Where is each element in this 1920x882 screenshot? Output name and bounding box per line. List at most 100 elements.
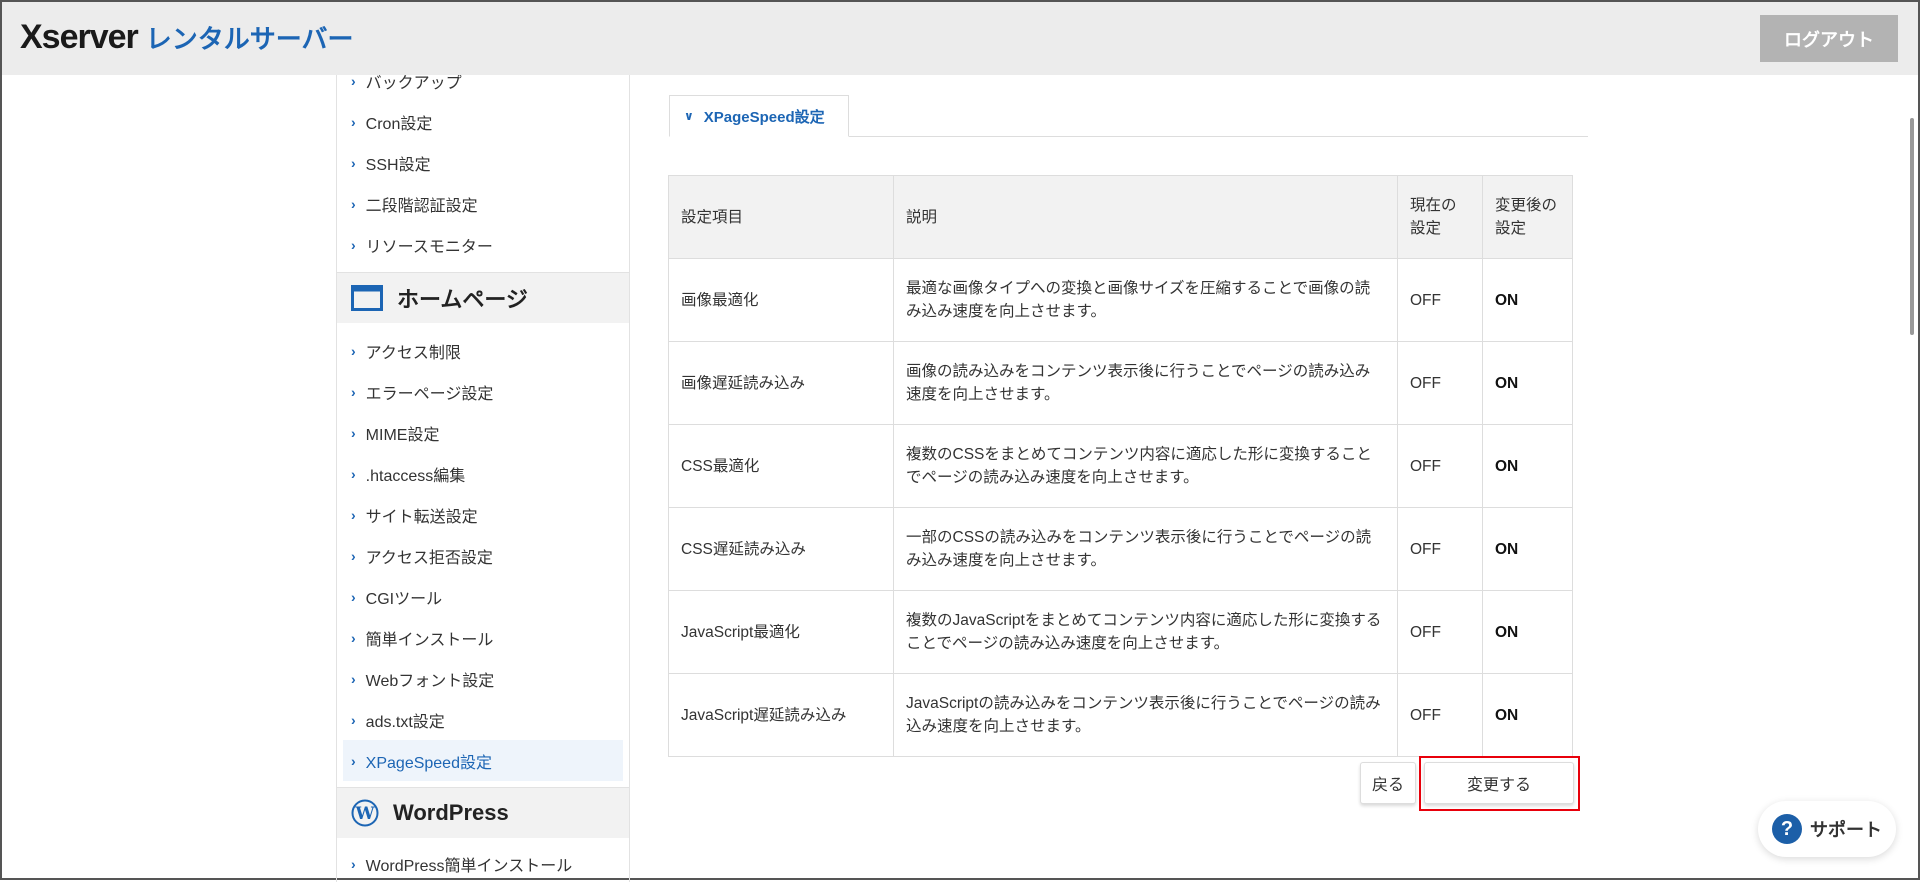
header-description: 説明: [893, 175, 1398, 259]
table-row: CSS最適化 複数のCSSをまとめてコンテンツ内容に適応した形に変換することでペー…: [668, 424, 1573, 508]
table-row: JavaScript最適化 複数のJavaScriptをまとめてコンテンツ内容に適…: [668, 590, 1573, 674]
sidebar-item-label: リソースモニター: [365, 238, 493, 256]
sidebar-item-label: SSH設定: [365, 156, 431, 174]
chevron-right-icon: ›: [351, 588, 356, 605]
wordpress-icon: W: [351, 799, 379, 827]
chevron-right-icon: ›: [351, 75, 356, 89]
section-title: WordPress: [393, 800, 509, 825]
sidebar-item-label: MIME設定: [365, 426, 440, 444]
support-button[interactable]: ? サポート: [1758, 801, 1896, 857]
chevron-right-icon: ›: [351, 236, 356, 253]
table-header-row: 設定項目 説明 現在の設定 変更後の設定: [668, 175, 1573, 259]
setting-name: JavaScript遅延読み込み: [668, 673, 894, 757]
sidebar-item-label: CGIツール: [365, 590, 443, 608]
sidebar-item[interactable]: › SSH設定: [337, 142, 629, 183]
chevron-right-icon: ›: [351, 547, 356, 564]
svg-text:W: W: [354, 804, 375, 824]
new-value: ON: [1482, 507, 1573, 591]
back-button[interactable]: 戻る: [1360, 762, 1416, 804]
current-value: OFF: [1397, 424, 1483, 508]
current-value: OFF: [1397, 507, 1483, 591]
logo-sub: レンタルサーバー: [145, 24, 354, 54]
logout-button[interactable]: ログアウト: [1760, 15, 1898, 62]
new-value: ON: [1482, 424, 1573, 508]
chevron-right-icon: ›: [351, 383, 356, 400]
sidebar-item[interactable]: › XPageSpeed設定: [343, 740, 623, 781]
sidebar-item-label: アクセス制限: [365, 344, 461, 362]
question-icon: ?: [1772, 814, 1802, 844]
chevron-right-icon: ›: [351, 113, 356, 130]
sidebar-item[interactable]: › .htaccess編集: [337, 453, 629, 494]
table-row: 画像遅延読み込み 画像の読み込みをコンテンツ表示後に行うことでページの読み込み速度…: [668, 341, 1573, 425]
tab-label: XPageSpeed設定: [703, 108, 825, 126]
current-value: OFF: [1397, 673, 1483, 757]
sidebar-item[interactable]: › リソースモニター: [337, 224, 629, 265]
new-value: ON: [1482, 673, 1573, 757]
chevron-right-icon: ›: [351, 670, 356, 687]
sidebar-item-label: サイト転送設定: [365, 508, 478, 526]
apply-changes-button[interactable]: 変更する: [1424, 762, 1574, 804]
xserver-logo[interactable]: Xserver レンタルサーバー: [20, 18, 354, 57]
sidebar-item[interactable]: › 簡単インストール: [337, 617, 629, 658]
sidebar-item[interactable]: › アクセス制限: [337, 330, 629, 371]
sidebar-item-label: Cron設定: [365, 115, 433, 133]
setting-name: JavaScript最適化: [668, 590, 894, 674]
scrollbar[interactable]: [1910, 118, 1914, 335]
chevron-right-icon: ›: [351, 855, 356, 872]
sidebar-item[interactable]: › アクセス拒否設定: [337, 535, 629, 576]
sidebar-item[interactable]: › ads.txt設定: [337, 699, 629, 740]
new-value: ON: [1482, 590, 1573, 674]
new-value: ON: [1482, 341, 1573, 425]
sidebar-item[interactable]: › Webフォント設定: [337, 658, 629, 699]
logo-brand: Xserver: [20, 18, 139, 56]
chevron-down-icon: ∨: [684, 109, 694, 123]
sidebar-item-label: 二段階認証設定: [365, 197, 478, 215]
sidebar-item[interactable]: › MIME設定: [337, 412, 629, 453]
sidebar-item[interactable]: › サイト転送設定: [337, 494, 629, 535]
sidebar-item[interactable]: › CGIツール: [337, 576, 629, 617]
sidebar-item[interactable]: › 二段階認証設定: [337, 183, 629, 224]
setting-description: 一部のCSSの読み込みをコンテンツ表示後に行うことでページの読み込み速度を向上さ…: [893, 507, 1398, 591]
sidebar-item[interactable]: › エラーページ設定: [337, 371, 629, 412]
current-value: OFF: [1397, 341, 1483, 425]
sidebar-item[interactable]: › バックアップ: [337, 75, 629, 101]
header-item: 設定項目: [668, 175, 894, 259]
sidebar-item-label: 簡単インストール: [365, 631, 494, 649]
browser-window-icon: [351, 285, 383, 311]
header-current: 現在の設定: [1397, 175, 1483, 259]
setting-name: 画像最適化: [668, 258, 894, 342]
sidebar-item[interactable]: › WordPress簡単インストール: [337, 843, 629, 882]
setting-description: 画像の読み込みをコンテンツ表示後に行うことでページの読み込み速度を向上させます。: [893, 341, 1398, 425]
setting-description: 複数のCSSをまとめてコンテンツ内容に適応した形に変換することでページの読み込み…: [893, 424, 1398, 508]
sidebar-item[interactable]: › Cron設定: [337, 101, 629, 142]
setting-name: 画像遅延読み込み: [668, 341, 894, 425]
chevron-right-icon: ›: [351, 752, 356, 769]
header-after: 変更後の設定: [1482, 175, 1573, 259]
setting-name: CSS遅延読み込み: [668, 507, 894, 591]
setting-description: JavaScriptの読み込みをコンテンツ表示後に行うことでページの読み込み速度…: [893, 673, 1398, 757]
chevron-right-icon: ›: [351, 465, 356, 482]
sidebar-item-label: アクセス拒否設定: [365, 549, 493, 567]
new-value: ON: [1482, 258, 1573, 342]
sidebar-item-label: Webフォント設定: [365, 672, 495, 690]
top-header: Xserver レンタルサーバー ログアウト: [2, 2, 1918, 75]
sidebar: › バックアップ › Cron設定 › SSH設定 › 二段階認証設定 › リソースモニター ホーム…: [336, 75, 630, 882]
sidebar-item-label: WordPress簡単インストール: [365, 857, 573, 875]
sidebar-item-label: ads.txt設定: [365, 713, 445, 731]
sidebar-section-homepage: ホームページ: [337, 272, 629, 323]
tab-xpagespeed-settings[interactable]: ∨ XPageSpeed設定: [669, 95, 849, 137]
chevron-right-icon: ›: [351, 424, 356, 441]
setting-name: CSS最適化: [668, 424, 894, 508]
setting-description: 複数のJavaScriptをまとめてコンテンツ内容に適応した形に変換することでペ…: [893, 590, 1398, 674]
sidebar-section-wordpress: W WordPress: [337, 787, 629, 838]
sidebar-item-label: バックアップ: [365, 75, 462, 92]
sidebar-item-label: .htaccess編集: [365, 467, 466, 485]
chevron-right-icon: ›: [351, 506, 356, 523]
support-label: サポート: [1810, 820, 1882, 840]
chevron-right-icon: ›: [351, 342, 356, 359]
table-row: CSS遅延読み込み 一部のCSSの読み込みをコンテンツ表示後に行うことでページの読…: [668, 507, 1573, 591]
current-value: OFF: [1397, 590, 1483, 674]
section-title: ホームページ: [397, 287, 528, 312]
chevron-right-icon: ›: [351, 195, 356, 212]
current-value: OFF: [1397, 258, 1483, 342]
